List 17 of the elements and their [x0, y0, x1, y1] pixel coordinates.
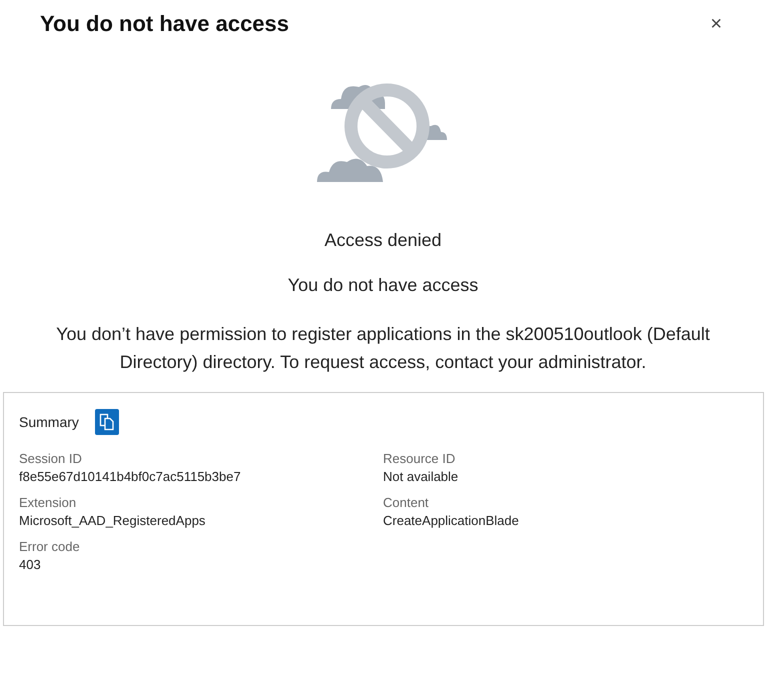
field-label: Session ID — [19, 451, 83, 466]
field-value: Not available — [383, 469, 460, 484]
field-label: Extension — [19, 495, 78, 510]
message-text: You don’t have permission to register applications in the sk200510outlook (Default Directory) directory. To request access, contact your administrator. — [55, 323, 711, 374]
copy-button[interactable] — [94, 409, 119, 435]
subheading: You do not have access — [288, 275, 478, 296]
field-value: 403 — [19, 557, 42, 572]
field-value: f8e55e67d10141b4bf0c7ac5115b3be7 — [19, 469, 242, 484]
field-value: Microsoft_AAD_RegisteredApps — [19, 513, 206, 528]
close-button[interactable]: × — [706, 12, 726, 36]
field-label: Resource ID — [383, 451, 456, 466]
field-label: Content — [383, 495, 430, 510]
heading: Access denied — [324, 230, 442, 251]
summary-title: Summary — [19, 414, 79, 430]
dialog-title: You do not have access — [40, 11, 290, 37]
field-label: Error code — [19, 539, 81, 554]
field-value: CreateApplicationBlade — [383, 513, 520, 528]
